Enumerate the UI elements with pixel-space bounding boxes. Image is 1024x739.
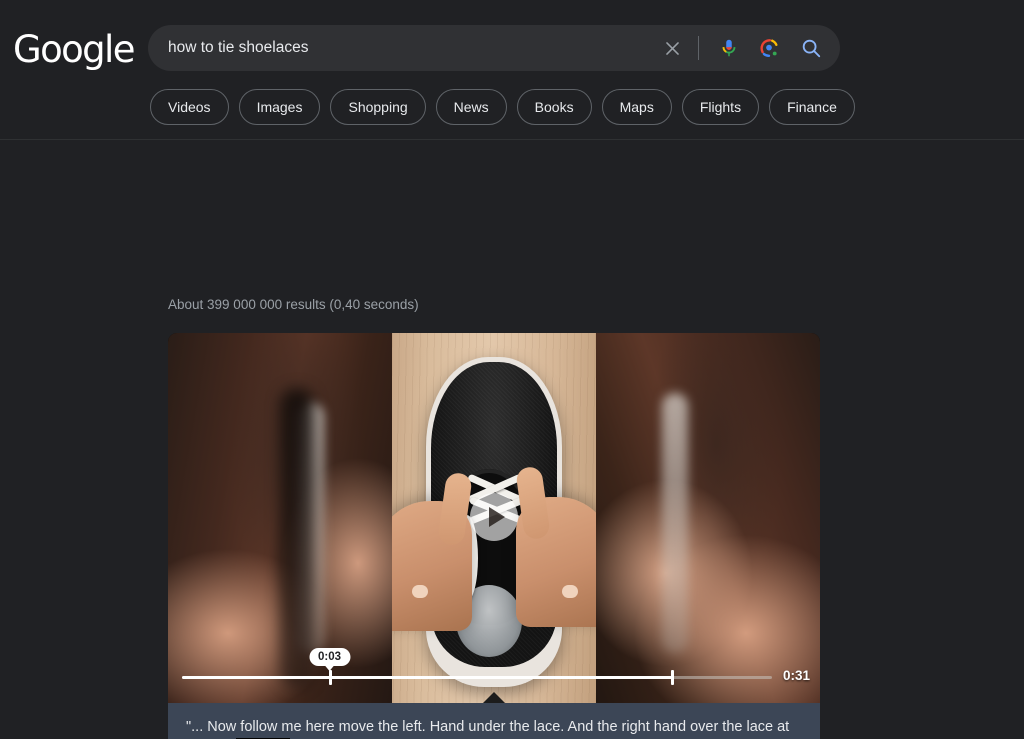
divider [698, 36, 699, 60]
timeline-progress [182, 676, 672, 679]
hand-left [392, 471, 473, 631]
caption-text: "... Now follow me here move the left. H… [186, 719, 790, 735]
video-duration: 0:31 [782, 668, 810, 683]
search-box-icons [657, 25, 840, 71]
chip-news[interactable]: News [435, 89, 507, 125]
current-time-tooltip: 0:03 [308, 648, 351, 666]
video-timeline[interactable]: 0:03 0:31 [168, 639, 820, 703]
chip-images[interactable]: Images [238, 89, 321, 125]
search-filter-chips: Videos Images Shopping News Books Maps F… [150, 89, 855, 125]
hand-right [515, 465, 596, 627]
page-header: Google how to tie shoelaces Videos Image… [0, 0, 1024, 140]
play-button-icon[interactable] [470, 493, 518, 541]
google-lens-icon[interactable] [752, 31, 786, 65]
chip-flights[interactable]: Flights [681, 89, 760, 125]
search-icon[interactable] [794, 31, 828, 65]
timeline-track[interactable] [182, 676, 772, 679]
video-caption-box: "... Now follow me here move the left. H… [168, 703, 820, 739]
video-thumbnail[interactable]: 0:03 0:31 [168, 333, 820, 703]
featured-video-card[interactable]: 0:03 0:31 "... Now follow me here move t… [168, 333, 820, 739]
chip-shopping[interactable]: Shopping [330, 89, 426, 125]
google-logo[interactable]: Google [13, 30, 135, 70]
result-stats: About 399 000 000 results (0,40 seconds) [168, 297, 419, 312]
caption-pointer-icon [483, 692, 505, 703]
timeline-start-marker[interactable] [328, 670, 332, 685]
chip-finance[interactable]: Finance [769, 89, 855, 125]
chip-maps[interactable]: Maps [601, 89, 672, 125]
microphone-icon[interactable] [712, 31, 746, 65]
timeline-end-marker[interactable] [670, 670, 674, 685]
close-icon[interactable] [657, 33, 687, 63]
main-content: About 399 000 000 results (0,40 seconds) [0, 140, 1024, 739]
search-box[interactable] [148, 25, 840, 71]
chip-videos[interactable]: Videos [150, 89, 229, 125]
search-input[interactable] [148, 39, 657, 57]
chip-books[interactable]: Books [516, 89, 592, 125]
